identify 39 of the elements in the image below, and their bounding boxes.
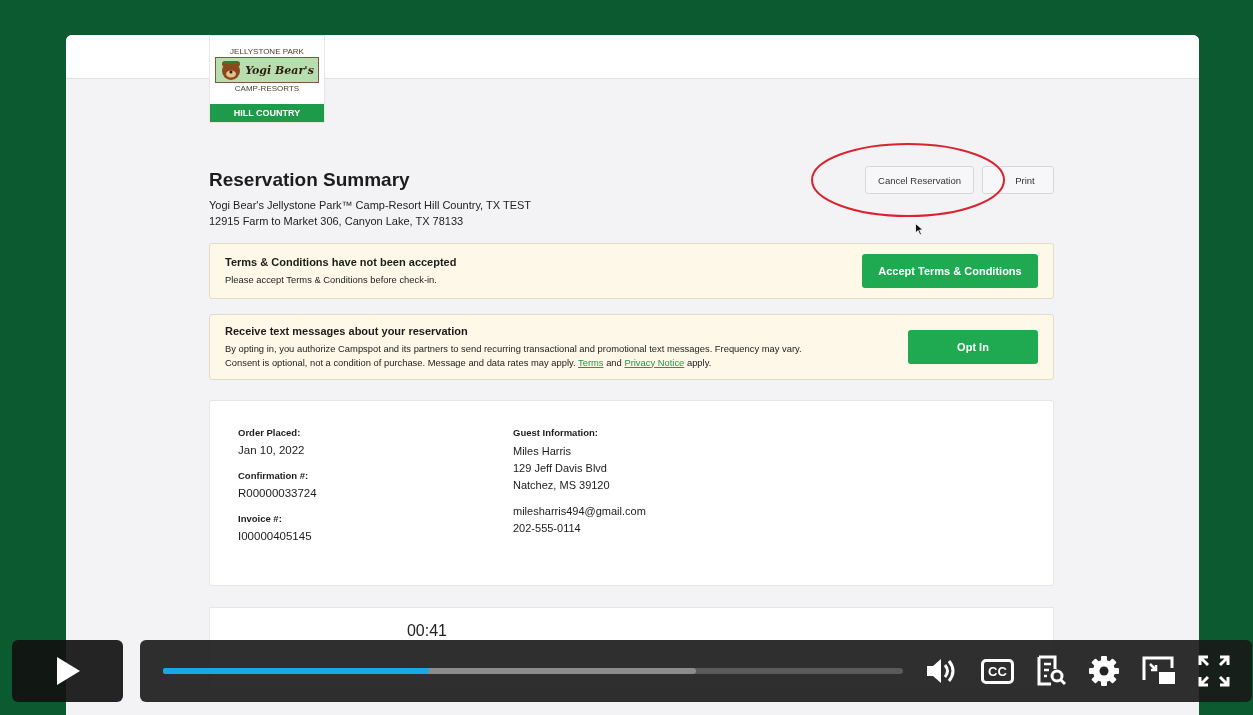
play-icon [54, 656, 81, 686]
mouse-cursor-icon [915, 223, 924, 236]
settings-icon[interactable] [1087, 655, 1120, 687]
banner-button[interactable]: Accept Terms & Conditions [862, 254, 1038, 288]
field-label: Invoice #: [238, 513, 283, 525]
banner-message: By opting in, you authorize Campspot and its partners to send recurring transactional and promotional text messages. Frequency may vary. Consent is optional, not a condition of purchase. Message and data rates may apply. Terms and Privacy Notice apply. [225, 342, 803, 370]
fullscreen-icon[interactable] [1197, 655, 1230, 687]
play-button[interactable] [12, 640, 123, 702]
field-value: Jan 10, 2022 [238, 444, 306, 457]
guest-contact-line: 202-555-0114 [513, 521, 582, 537]
progress-track[interactable] [163, 668, 903, 674]
transcript-search-icon[interactable] [1035, 655, 1066, 687]
field-value: R00000033724 [238, 487, 318, 500]
text-link[interactable]: Privacy Notice [624, 356, 685, 368]
park-address: 12915 Farm to Market 306, Canyon Lake, TX 78133 [209, 215, 465, 227]
action-button[interactable]: Print [982, 166, 1054, 194]
field-value: I00000405145 [238, 530, 313, 543]
park-name: Yogi Bear's Jellystone Park™ Camp-Resort Hill Country, TX TEST [209, 199, 533, 211]
field-label: Order Placed: [238, 427, 302, 439]
banner-message: Please accept Terms & Conditions before check-in. [225, 272, 438, 287]
guest-address-line: Natchez, MS 39120 [513, 478, 611, 494]
bear-icon [220, 59, 243, 81]
banner-title: Receive text messages about your reservation [225, 325, 469, 337]
logo-text: JELLYSTONE PARK [230, 47, 304, 56]
field-label: Guest Information: [513, 427, 599, 439]
page-title: Reservation Summary [209, 169, 410, 191]
picture-in-picture-icon[interactable] [1141, 656, 1176, 686]
logo-text: CAMP-RESORTS [234, 84, 300, 93]
banner-button[interactable]: Opt In [908, 330, 1038, 365]
action-button[interactable]: Cancel Reservation [865, 166, 974, 194]
logo-band: HILL COUNTRY [210, 104, 324, 122]
field-label: Confirmation #: [238, 470, 310, 482]
text-link[interactable]: Terms [578, 356, 604, 368]
guest-contact-line: milesharris494@gmail.com [513, 504, 647, 520]
guest-address-line: 129 Jeff Davis Blvd [513, 461, 608, 477]
captions-button[interactable]: CC [981, 658, 1014, 684]
guest-address-line: Miles Harris [513, 444, 573, 460]
logo-text: Yogi Bear's [245, 63, 314, 77]
banner-title: Terms & Conditions have not been accepted [225, 255, 457, 268]
